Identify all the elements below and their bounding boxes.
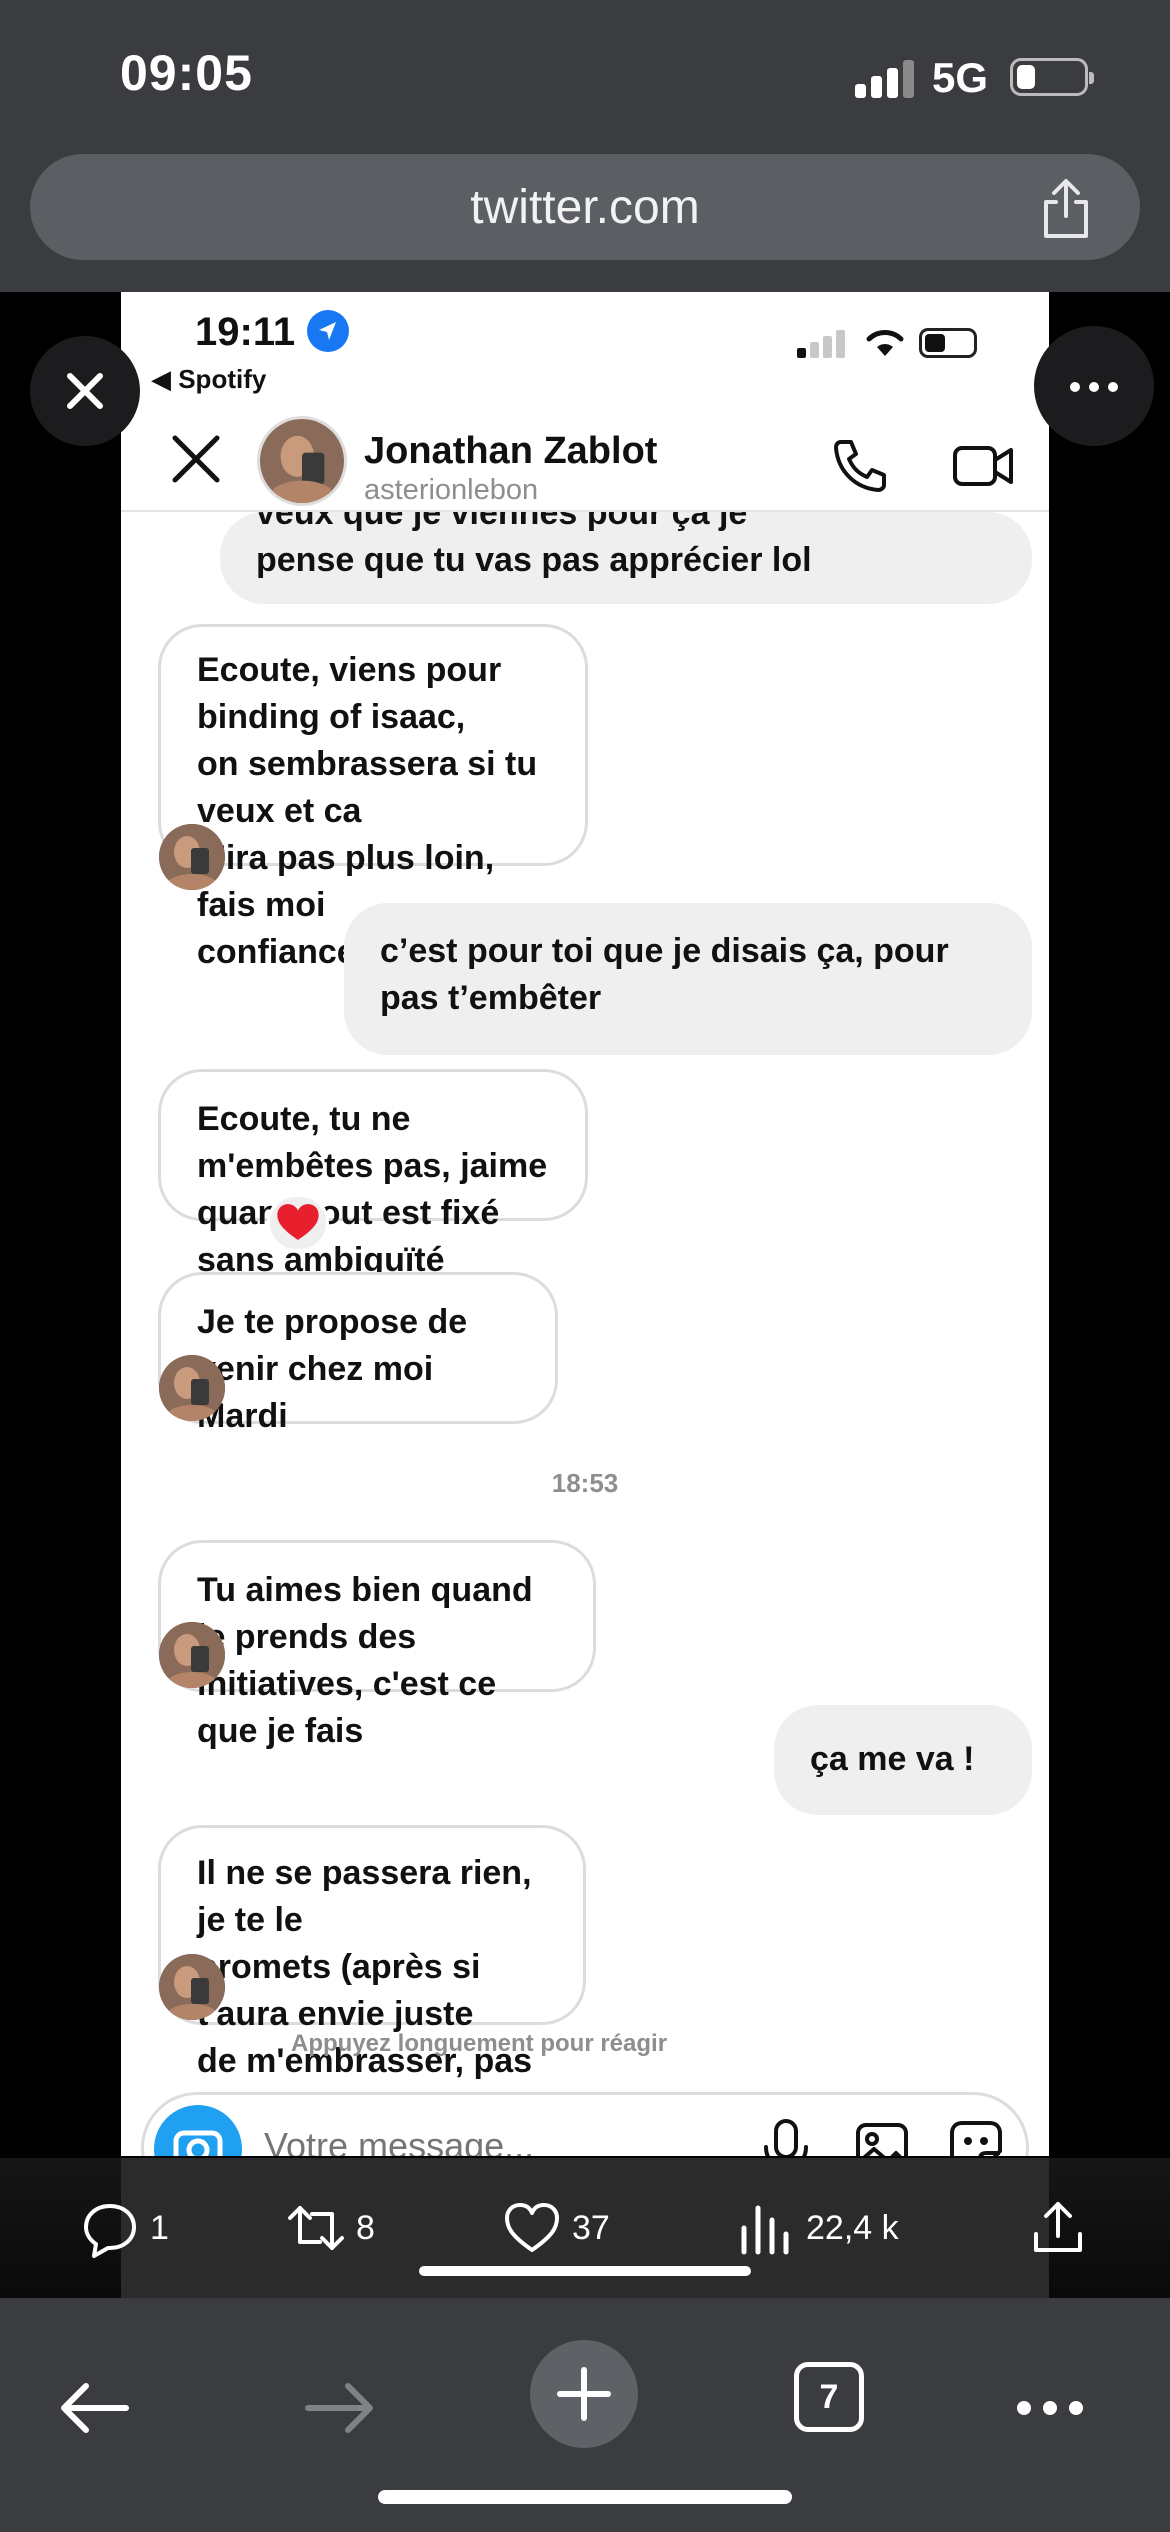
message-outgoing: c’est pour toi que je disais ça, pour pa… <box>344 903 1032 1055</box>
home-indicator <box>378 2490 792 2504</box>
gallery-icon <box>856 2123 908 2156</box>
long-press-hint: Appuyez longuement pour réagir <box>291 2030 668 2057</box>
camera-icon <box>154 2105 242 2156</box>
contact-avatar-small <box>159 1954 225 2020</box>
views-button[interactable]: 22,4 k <box>736 2158 899 2298</box>
message-input <box>264 2125 664 2156</box>
message-incoming: Tu aimes bien quand je prends des initia… <box>158 1540 596 1750</box>
message-line: Tu aimes bien quand je prends des <box>197 1571 533 1656</box>
heart-reaction-icon[interactable] <box>267 1194 329 1252</box>
contact-name: Jonathan Zablot <box>364 430 658 472</box>
message-incoming: Ecoute, viens pour binding of isaac, on … <box>158 624 588 971</box>
message-line: on sembrassera si tu veux et ca <box>197 745 538 830</box>
close-viewer-button[interactable] <box>30 336 140 446</box>
address-bar[interactable]: twitter.com <box>30 154 1140 260</box>
message-line: pense que tu vas pas apprécier lol <box>256 541 812 579</box>
retweet-button[interactable]: 8 <box>286 2158 375 2298</box>
plus-icon <box>557 2367 611 2421</box>
contact-handle: asterionlebon <box>364 474 539 506</box>
video-call-icon <box>953 446 1013 486</box>
embedded-signal-icon <box>797 330 845 358</box>
phone-call-icon <box>834 440 886 492</box>
wifi-icon <box>866 330 904 356</box>
message-line: Ecoute, tu ne m'embêtes pas, jaime <box>197 1100 548 1185</box>
location-arrow-icon <box>307 310 349 352</box>
message-outgoing: ça me va ! <box>774 1705 1032 1815</box>
share-icon[interactable] <box>1036 176 1096 240</box>
like-button[interactable]: 37 <box>502 2158 610 2298</box>
microphone-icon <box>764 2119 808 2156</box>
conversation-timestamp: 18:53 <box>551 1468 619 1498</box>
views-chart-icon <box>741 2205 789 2255</box>
embedded-status-time: 19:11 <box>195 310 296 354</box>
status-bar: 09:05 5G <box>0 0 1170 150</box>
contact-avatar-small <box>159 1355 225 1421</box>
back-to-app-link: ◀ Spotify <box>151 364 267 394</box>
message-line: ça me va ! <box>810 1740 975 1778</box>
reply-button[interactable]: 1 <box>80 2158 169 2298</box>
share-tweet-button[interactable] <box>1028 2158 1088 2298</box>
status-time: 09:05 <box>120 45 253 101</box>
message-line: c’est pour toi que je disais ça, pour <box>380 932 949 970</box>
reply-icon <box>84 2204 136 2258</box>
heart-icon <box>505 2203 559 2252</box>
message-line: initiatives, c'est ce que je fais <box>197 1665 497 1750</box>
retweet-count: 8 <box>356 2208 375 2247</box>
tab-switcher-button[interactable]: 7 <box>794 2362 864 2432</box>
back-arrow-icon[interactable] <box>56 2342 136 2454</box>
conversation-header: Jonathan Zablot asterionlebon <box>121 402 1049 512</box>
more-options-button[interactable] <box>1034 326 1154 446</box>
contact-avatar-small <box>159 1622 225 1688</box>
message-incoming: Ecoute, tu ne m'embêtes pas, jaime quand… <box>158 1069 588 1279</box>
address-bar-area: twitter.com <box>0 150 1170 292</box>
close-icon <box>172 435 220 483</box>
battery-icon <box>1010 58 1094 96</box>
new-tab-button[interactable] <box>530 2340 638 2448</box>
message-line: Je te propose de venir chez moi <box>197 1303 468 1388</box>
network-type: 5G <box>932 54 989 101</box>
cellular-signal-icon <box>855 60 915 98</box>
browser-toolbar: 7 <box>0 2298 1170 2532</box>
message-outgoing: veux que je viennes pour ça je pense que… <box>220 512 1032 604</box>
message-line: pas t’embêter <box>380 979 602 1017</box>
embedded-home-indicator <box>419 2266 751 2276</box>
message-composer <box>141 2092 1029 2156</box>
message-line: Ecoute, viens pour binding of isaac, <box>197 651 502 736</box>
sticker-icon <box>950 2121 1002 2156</box>
message-line: Mardi <box>197 1397 288 1435</box>
like-count: 37 <box>572 2208 610 2247</box>
reply-count: 1 <box>150 2208 169 2247</box>
message-line: veux que je viennes pour ça je <box>256 512 748 532</box>
retweet-icon <box>288 2206 344 2250</box>
share-upload-icon <box>1034 2202 1082 2252</box>
message-line: promets (après si t'aura envie juste <box>197 1948 481 2033</box>
more-menu-icon[interactable] <box>1010 2342 1090 2454</box>
views-count: 22,4 k <box>806 2208 899 2247</box>
contact-avatar <box>257 416 347 506</box>
message-line: Il ne se passera rien, je te le <box>197 1854 532 1939</box>
tweet-action-bar: 1 8 37 22,4 k <box>0 2158 1170 2298</box>
forward-arrow-icon[interactable] <box>300 2342 380 2454</box>
contact-avatar-small <box>159 824 225 890</box>
message-line: quand tout est fixé sans ambiguïté <box>197 1194 500 1279</box>
url-text: twitter.com <box>470 181 700 234</box>
embedded-screenshot[interactable]: 19:11 ◀ Spotify Jonathan Zablot asterion… <box>121 292 1049 2156</box>
embedded-battery-icon <box>919 328 977 358</box>
